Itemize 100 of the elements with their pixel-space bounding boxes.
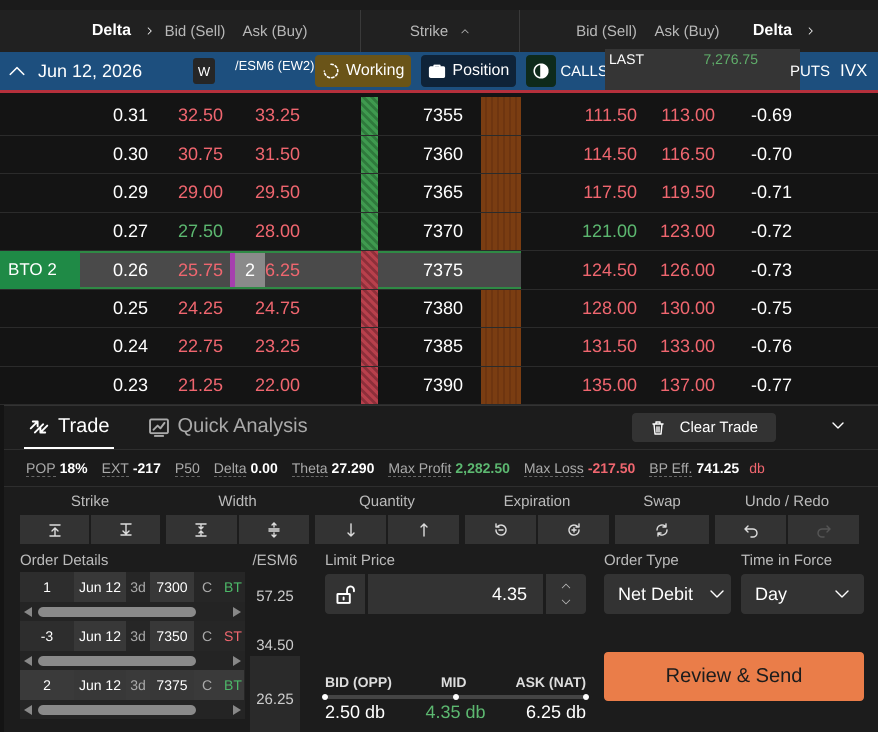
ask-price[interactable]: 126.00 bbox=[660, 260, 715, 280]
panel-tab[interactable]: Quick Analysis bbox=[144, 406, 312, 449]
ask-price[interactable]: 119.50 bbox=[661, 182, 715, 204]
order-type-dropdown[interactable]: Net Debit bbox=[604, 574, 731, 614]
ask-price[interactable]: 23.25 bbox=[254, 336, 300, 358]
order-leg[interactable]: 2 Jun 12 3d 7375 C BT bbox=[20, 670, 245, 700]
ask-price[interactable]: 28.00 bbox=[254, 220, 300, 242]
ask-price[interactable]: 22.00 bbox=[254, 374, 300, 396]
bid-price[interactable]: 111.50 bbox=[584, 105, 637, 126]
ask-price[interactable]: 24.75 bbox=[254, 298, 300, 319]
time-in-force-dropdown[interactable]: Day bbox=[741, 574, 864, 614]
column-header[interactable]: Bid (Sell) bbox=[576, 22, 637, 40]
scroll-left-icon[interactable] bbox=[24, 704, 32, 714]
stat-label: Max Loss bbox=[524, 460, 584, 476]
price-point-label: BID (OPP) bbox=[325, 674, 392, 690]
option-row[interactable]: 0.24 22.75 23.25 7385 131.50 133.00 -0.76 bbox=[0, 328, 878, 366]
bar-arrow-up-icon bbox=[46, 522, 62, 538]
chart-icon bbox=[148, 416, 170, 438]
symbol-label: /ESM6 bbox=[252, 552, 298, 571]
cycle-arrows-icon bbox=[654, 522, 670, 538]
bid-price[interactable]: 135.00 bbox=[582, 374, 637, 396]
ask-price[interactable]: 133.00 bbox=[660, 336, 715, 358]
bid-price[interactable]: 30.75 bbox=[178, 144, 223, 165]
ivx-label: IVX bbox=[840, 61, 868, 81]
delta-value: -0.73 bbox=[750, 260, 792, 280]
ask-price[interactable]: 113.00 bbox=[661, 105, 715, 126]
order-leg[interactable]: -3 Jun 12 3d 7350 C ST bbox=[20, 621, 245, 651]
column-header[interactable]: Bid (Sell) bbox=[164, 22, 226, 40]
delta-value: 0.30 bbox=[112, 144, 148, 165]
bid-price[interactable]: 21.25 bbox=[178, 374, 223, 396]
bid-price[interactable]: 117.50 bbox=[583, 182, 637, 204]
order-quantity[interactable]: 2 bbox=[234, 253, 265, 287]
price-point-value: 2.50 db bbox=[325, 702, 386, 723]
leg-action: BT bbox=[223, 578, 243, 597]
column-header[interactable]: Ask (Buy) bbox=[242, 22, 308, 40]
bid-price[interactable]: 27.50 bbox=[178, 220, 223, 242]
ask-price[interactable]: 137.00 bbox=[660, 374, 715, 396]
working-button[interactable]: Working bbox=[315, 55, 412, 87]
scroll-right-icon[interactable] bbox=[233, 606, 241, 616]
contrast-button[interactable] bbox=[526, 55, 556, 87]
stat-value: 27.290 bbox=[332, 460, 374, 476]
slider-thumb[interactable] bbox=[452, 694, 458, 700]
bid-price[interactable]: 32.50 bbox=[178, 105, 223, 126]
leg-action: BT bbox=[220, 670, 244, 700]
unlock-button[interactable] bbox=[325, 574, 365, 614]
column-header[interactable]: Strike bbox=[410, 22, 448, 40]
option-row[interactable]: 0.29 29.00 29.50 7365 117.50 119.50 -0.71 bbox=[0, 174, 878, 212]
ask-price[interactable]: 130.00 bbox=[660, 298, 715, 319]
column-header[interactable]: Ask (Buy) bbox=[654, 22, 720, 40]
ask-price[interactable]: 31.50 bbox=[254, 144, 300, 165]
limit-price-field[interactable]: 4.35 bbox=[368, 574, 543, 614]
scroll-left-icon[interactable] bbox=[24, 656, 32, 666]
scroll-bar[interactable] bbox=[20, 602, 245, 621]
bid-price[interactable]: 114.50 bbox=[583, 144, 637, 165]
stat-value: -217 bbox=[132, 460, 161, 476]
column-header[interactable]: Delta bbox=[92, 22, 131, 40]
position-button[interactable]: Position bbox=[421, 55, 516, 87]
control-label: Quantity bbox=[358, 493, 416, 510]
scroll-bar[interactable] bbox=[20, 651, 245, 670]
delta-value: 0.23 bbox=[112, 374, 148, 396]
strike-price: 7365 bbox=[422, 182, 463, 204]
scroll-right-icon[interactable] bbox=[233, 656, 241, 666]
ask-price[interactable]: 33.25 bbox=[254, 105, 300, 126]
adjust-button[interactable] bbox=[91, 515, 160, 544]
ask-price[interactable]: 116.50 bbox=[661, 144, 715, 165]
expiry-date: Jun 12, 2026 bbox=[38, 60, 142, 82]
order-leg[interactable]: 1 Jun 12 3d 7300 C BT bbox=[20, 572, 245, 602]
bid-price[interactable]: 131.50 bbox=[582, 336, 637, 358]
bid-price[interactable]: 124.50 bbox=[582, 260, 637, 280]
puts-label: PUTS bbox=[790, 62, 830, 80]
scroll-right-icon[interactable] bbox=[233, 704, 241, 714]
adjust-button[interactable] bbox=[465, 515, 536, 544]
scroll-bar[interactable] bbox=[20, 700, 245, 719]
scroll-left-icon[interactable] bbox=[24, 606, 32, 616]
bid-price[interactable]: 128.00 bbox=[582, 298, 637, 319]
review-send-button[interactable]: Review & Send bbox=[604, 652, 864, 701]
adjust-button[interactable] bbox=[238, 515, 309, 544]
chevron-up-icon bbox=[559, 581, 573, 591]
strike-price: 7360 bbox=[422, 144, 463, 165]
stat-label: Max Profit bbox=[388, 460, 452, 476]
chevron-down-icon bbox=[559, 597, 573, 607]
delta-value: -0.72 bbox=[750, 220, 792, 242]
briefcase-icon bbox=[428, 62, 446, 80]
clear-trade-button[interactable]: Clear Trade bbox=[632, 413, 776, 442]
column-header[interactable]: Delta bbox=[752, 22, 792, 40]
price-range-slider[interactable] bbox=[325, 695, 586, 699]
option-row[interactable]: 0.30 30.75 31.50 7360 114.50 116.50 -0.70 bbox=[0, 136, 878, 174]
ask-price[interactable]: 123.00 bbox=[660, 220, 715, 242]
option-row[interactable]: 0.25 24.25 24.75 7380 128.00 130.00 -0.75 bbox=[0, 290, 878, 328]
bid-price[interactable]: 24.25 bbox=[178, 298, 223, 319]
option-row[interactable]: BTO 2 0.26 25.75 2 6.25 7375 124.50 126.00 -0.73 bbox=[0, 251, 878, 290]
bid-price[interactable]: 121.00 bbox=[582, 220, 637, 242]
adjust-button[interactable] bbox=[166, 515, 236, 544]
adjust-button[interactable] bbox=[538, 515, 609, 544]
bid-price[interactable]: 22.75 bbox=[178, 336, 223, 358]
option-row[interactable]: 0.31 32.50 33.25 7355 111.50 113.00 -0.69 bbox=[0, 97, 878, 136]
bid-price[interactable]: 29.00 bbox=[178, 182, 223, 204]
ask-price[interactable]: 29.50 bbox=[254, 182, 300, 204]
limit-price-label: Limit Price bbox=[325, 552, 396, 571]
control-label: Undo / Redo bbox=[744, 493, 830, 510]
